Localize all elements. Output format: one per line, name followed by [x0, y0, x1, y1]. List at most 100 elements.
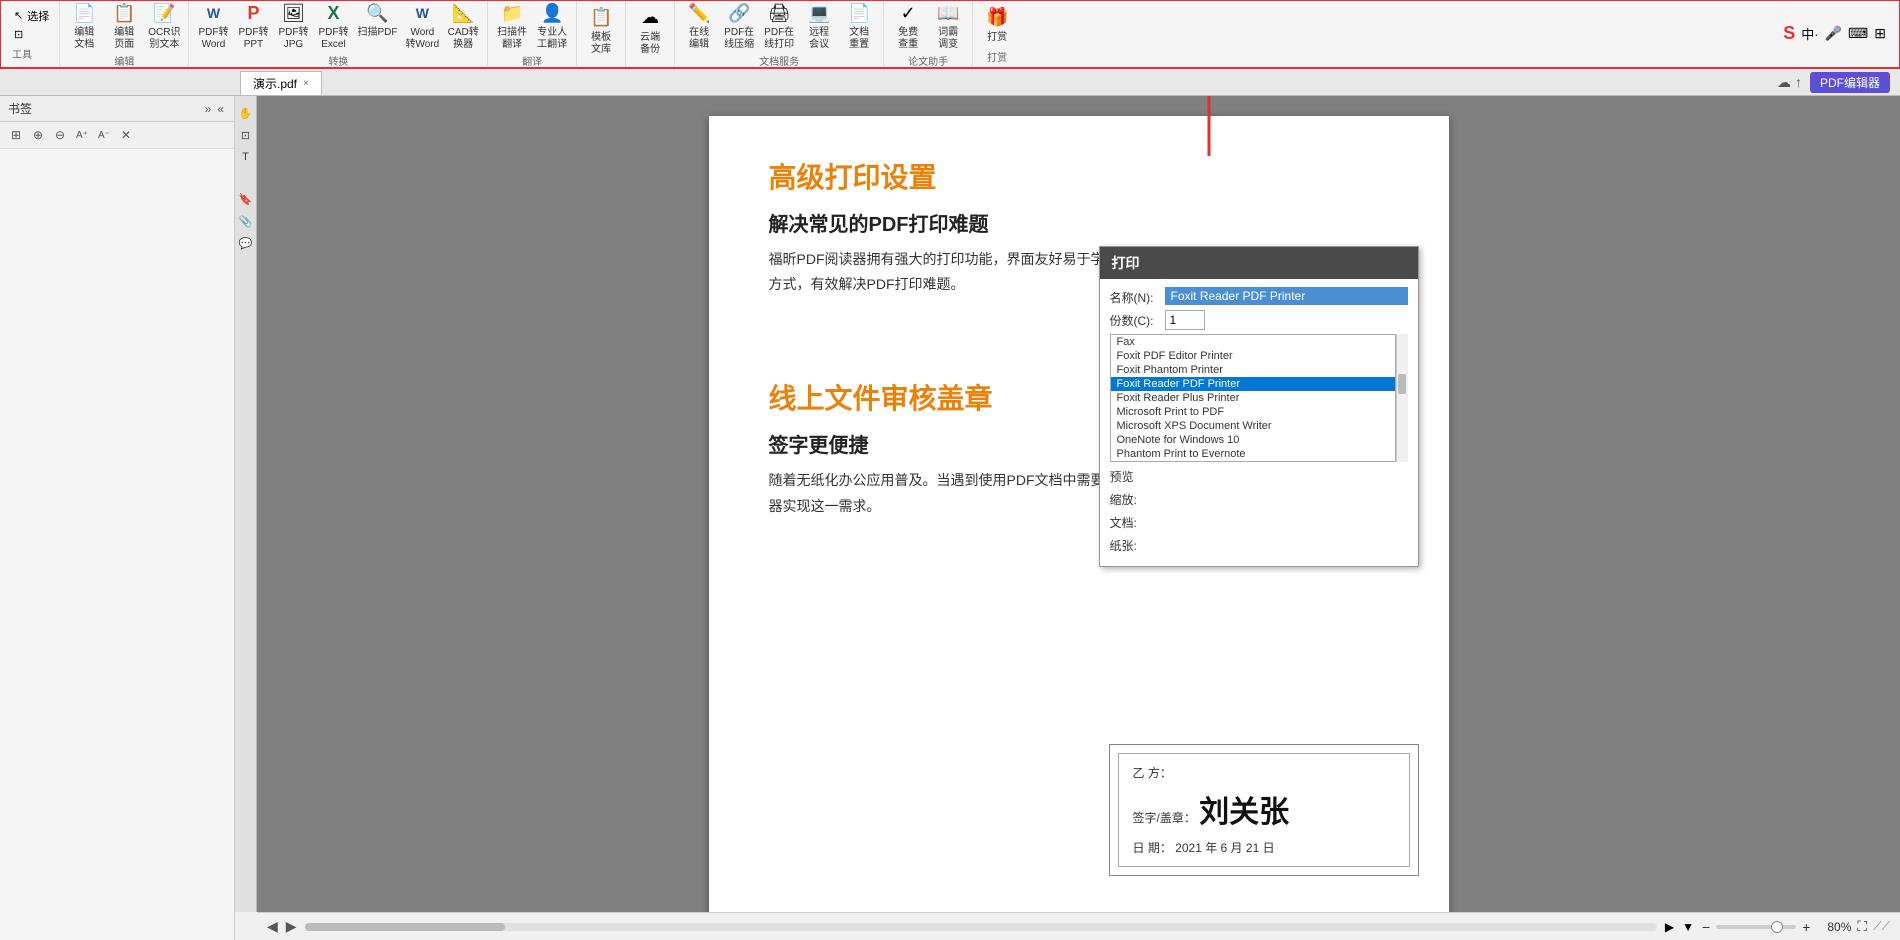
sidebar-grid-btn[interactable]: ⊞	[6, 125, 26, 145]
printer-fax[interactable]: Fax	[1111, 335, 1395, 349]
free-check-icon: ✓	[894, 0, 922, 27]
signature-box: 乙 方： 签字/盖章： 刘关张 日 期： 2021 年 6 月 21 日	[1109, 744, 1419, 876]
bottom-scrollbar[interactable]	[305, 923, 1657, 931]
printer-foxit-phantom[interactable]: Foxit Phantom Printer	[1111, 363, 1395, 377]
red-arrow	[1149, 96, 1269, 166]
print-shrink-row: 缩放:	[1110, 489, 1408, 508]
printer-foxit-plus[interactable]: Foxit Reader Plus Printer	[1111, 391, 1395, 405]
comment-btn[interactable]: 💬	[237, 234, 255, 252]
select-text-btn[interactable]: T	[237, 148, 255, 166]
translate-section: 📁 扫描件翻译 👤 专业人工翻译 翻译	[488, 0, 577, 68]
pdf-to-ppt-icon: P	[239, 0, 267, 27]
edit-doc-btn[interactable]: 📄 编辑文档	[64, 0, 104, 53]
zoom-minus-btn[interactable]: −	[1702, 919, 1710, 935]
bookmark-panel-btn[interactable]: 🔖	[237, 190, 255, 208]
online-edit-icon: ✏️	[685, 0, 713, 27]
select-page-btn[interactable]: ⊡	[237, 126, 255, 144]
sidebar-title: 书签	[8, 100, 32, 117]
thesis-section: ✓ 免费查重 📖 词霸调变 论文助手	[884, 0, 973, 68]
printer-phantom-evernote[interactable]: Phantom Print to Evernote	[1111, 447, 1395, 461]
print-doc-row: 文档:	[1110, 512, 1408, 531]
ocr-btn[interactable]: 📝 OCR识别文本	[144, 0, 184, 53]
sidebar-close-btn[interactable]: ✕	[116, 125, 136, 145]
reward-btn[interactable]: 🎁 打赏	[977, 2, 1017, 46]
word-to-pdf-icon: W	[408, 0, 436, 27]
pdf-to-excel-icon: X	[319, 0, 347, 27]
scan-to-pdf-btn[interactable]: 🔍 扫描PDF	[353, 0, 401, 53]
marquee-tool-btn[interactable]: ⊡	[12, 27, 25, 42]
print-name-row: 名称(N): Foxit Reader PDF Printer	[1110, 287, 1408, 306]
pdf-to-jpg-btn[interactable]: 🖼 PDF转JPG	[273, 0, 313, 53]
sidebar-collapse-btn[interactable]: «	[215, 101, 226, 117]
cad-btn[interactable]: 📐 CAD转换器	[443, 0, 483, 53]
expand-btn[interactable]: ⛶	[1857, 918, 1867, 935]
scroll-down-btn[interactable]: ▼	[1682, 920, 1694, 934]
pdf-to-excel-btn[interactable]: X PDF转Excel	[313, 0, 353, 53]
cloud-icons: ☁ ↑	[1777, 74, 1802, 91]
professional-translate-btn[interactable]: 👤 专业人工翻译	[532, 0, 572, 53]
mic-icon: 🎤	[1825, 25, 1842, 42]
print-dropdown: Fax Foxit PDF Editor Printer Foxit Phant…	[1110, 334, 1396, 462]
remote-meeting-btn[interactable]: 💻 远程会议	[799, 0, 839, 53]
hand-tool-btn[interactable]: ✋	[237, 104, 255, 122]
diagonal-lines-icon: ⟋⟋	[1873, 919, 1890, 934]
pdf-compress-icon: 🔗	[725, 0, 753, 27]
scan-translate-icon: 📁	[498, 0, 526, 27]
zoom-plus-btn[interactable]: +	[1802, 919, 1810, 935]
zoom-slider[interactable]	[1716, 925, 1796, 929]
template-btn[interactable]: 📋 模板文库	[581, 2, 621, 58]
tool-section-label: 工具	[12, 46, 32, 61]
tab-close-btn[interactable]: ×	[303, 78, 309, 89]
sidebar-font-down-btn[interactable]: A⁻	[94, 125, 114, 145]
pdf-editor-button[interactable]: PDF编辑器	[1810, 72, 1890, 93]
printer-ms-pdf[interactable]: Microsoft Print to PDF	[1111, 405, 1395, 419]
cn-icon: 中·	[1801, 24, 1818, 43]
pdf-to-word-btn[interactable]: W PDF转Word	[193, 0, 233, 53]
toolbar: ↖ 选择 ⊡ 工具 📄 编辑文档 📋 编辑页面 📝 OCR识别文本 编辑	[0, 0, 1900, 68]
cloud-section: ☁ 云端备份	[626, 0, 675, 68]
word-check-btn[interactable]: 📖 词霸调变	[928, 0, 968, 53]
scan-translate-btn[interactable]: 📁 扫描件翻译	[492, 0, 532, 53]
pdf-to-ppt-btn[interactable]: P PDF转PPT	[233, 0, 273, 53]
edit-section-label: 编辑	[64, 53, 184, 70]
printer-foxit-reader[interactable]: Foxit Reader PDF Printer	[1111, 377, 1395, 391]
sidebar-font-up-btn[interactable]: A⁺	[72, 125, 92, 145]
print-copies-input[interactable]: 1	[1165, 310, 1205, 330]
pdf-compress-btn[interactable]: 🔗 PDF在线压缩	[719, 0, 759, 53]
zoom-percent: 80%	[1816, 920, 1851, 934]
cloud-backup-btn[interactable]: ☁ 云端备份	[630, 2, 670, 58]
word-to-pdf-btn[interactable]: W Word转Word	[401, 0, 443, 53]
zoom-area: − + 80% ⛶ ⟋⟋	[1702, 918, 1890, 935]
print-name-selected[interactable]: Foxit Reader PDF Printer	[1165, 287, 1408, 305]
online-edit-btn[interactable]: ✏️ 在线编辑	[679, 0, 719, 53]
template-section: 📋 模板文库	[577, 0, 626, 68]
printer-ms-xps[interactable]: Microsoft XPS Document Writer	[1111, 419, 1395, 433]
print-copies-label: 份数(C):	[1110, 310, 1165, 329]
print-name-value: Foxit Reader PDF Printer	[1165, 287, 1408, 305]
sig-line: 签字/盖章： 刘关张	[1133, 787, 1395, 831]
print-scrollbar[interactable]	[1396, 334, 1408, 462]
select-tool-btn[interactable]: ↖ 选择	[12, 7, 51, 25]
scroll-right-btn[interactable]: ▶	[1665, 920, 1674, 934]
pdf-page: 高级打印设置 解决常见的PDF打印难题 福昕PDF阅读器拥有强大的打印功能，界面…	[709, 116, 1449, 940]
cloud-backup-icon: ☁	[636, 4, 664, 32]
online-print-btn[interactable]: 🖨 PDF在线打印	[759, 0, 799, 53]
sync-icon[interactable]: ↑	[1795, 74, 1802, 91]
sidebar-expand-btn[interactable]: »	[203, 101, 214, 117]
print-section-subtitle: 解决常见的PDF打印难题	[769, 208, 1389, 237]
cursor-icon: ↖	[14, 9, 23, 22]
edit-doc-icon: 📄	[70, 0, 98, 27]
printer-onenote[interactable]: OneNote for Windows 10	[1111, 433, 1395, 447]
free-check-btn[interactable]: ✓ 免费查重	[888, 0, 928, 53]
sidebar-remove-btn[interactable]: ⊖	[50, 125, 70, 145]
printer-foxit-editor[interactable]: Foxit PDF Editor Printer	[1111, 349, 1395, 363]
nav-next-btn[interactable]: ▶	[286, 918, 297, 935]
attachment-btn[interactable]: 📎	[237, 212, 255, 230]
edit-page-btn[interactable]: 📋 编辑页面	[104, 0, 144, 53]
nav-prev-btn[interactable]: ◀	[267, 918, 278, 935]
sidebar-add-btn[interactable]: ⊕	[28, 125, 48, 145]
pdf-tab[interactable]: 演示.pdf ×	[240, 71, 322, 95]
party-label: 乙 方：	[1133, 764, 1395, 781]
doc-review-btn[interactable]: 📄 文档重置	[839, 0, 879, 53]
cloud-upload-icon[interactable]: ☁	[1777, 74, 1791, 91]
